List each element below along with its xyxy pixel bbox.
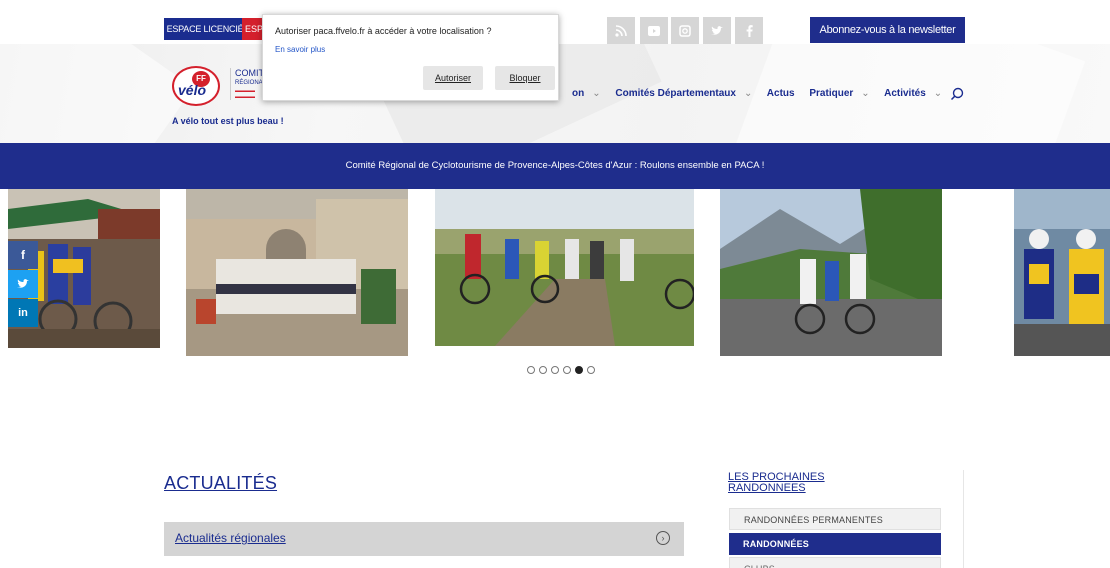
logo-velo-text: vélo [178, 82, 207, 98]
youtube-icon[interactable] [640, 17, 668, 45]
nav-label: on [572, 88, 585, 99]
site-tagline: A vélo tout est plus beau ! [172, 116, 284, 126]
ffvelo-logo-mark: FF vélo [172, 66, 220, 106]
chevron-down-icon: ⌄ [933, 88, 943, 99]
carousel-dot[interactable] [563, 366, 571, 374]
facebook-icon[interactable]: f [8, 241, 38, 269]
geolocation-question: Autoriser paca.ffvelo.fr à accéder à vot… [275, 26, 492, 36]
news-category-row[interactable]: Actualités régionales › [164, 522, 684, 556]
espace-licencie-button[interactable]: ESPACE LICENCIÉ [164, 18, 246, 40]
nav-item-federation[interactable]: on ⌄ [572, 88, 607, 99]
sidebar-divider [963, 470, 964, 568]
geolocation-permission-dialog: Autoriser paca.ffvelo.fr à accéder à vot… [262, 14, 559, 101]
carousel-dot-active[interactable] [575, 366, 583, 374]
nav-item-comites-departementaux[interactable]: Comités Départementaux ⌄ [615, 88, 758, 99]
newsletter-button[interactable]: Abonnez-vous à la newsletter [810, 17, 965, 43]
main-navigation: on ⌄ Comités Départementaux ⌄ Actus Pratiq… [572, 88, 954, 99]
nav-label: Pratiquer [809, 88, 854, 99]
sidebar-item-randonnees[interactable]: RANDONNÉES [729, 533, 941, 555]
block-location-button[interactable]: Bloquer [495, 66, 555, 90]
twitter-icon[interactable] [8, 270, 38, 298]
nav-item-pratiquer[interactable]: Pratiquer ⌄ [809, 88, 875, 99]
twitter-icon[interactable] [703, 17, 731, 45]
rss-icon[interactable] [607, 17, 635, 45]
chevron-right-circle-icon[interactable]: › [656, 531, 670, 545]
carousel-dot[interactable] [539, 366, 547, 374]
nav-label: Activités [884, 88, 926, 99]
facebook-icon[interactable] [735, 17, 763, 45]
sidebar-item-randonnees-permanentes[interactable]: RANDONNÉES PERMANENTES [729, 508, 941, 530]
carousel-dot[interactable] [551, 366, 559, 374]
nav-label: Comités Départementaux [615, 88, 736, 99]
chevron-down-icon: ⌄ [861, 88, 870, 99]
news-section-title[interactable]: ACTUALITÉS [164, 473, 277, 494]
chevron-down-icon: ⌄ [743, 88, 753, 99]
carousel-dot[interactable] [587, 366, 595, 374]
nav-item-activites[interactable]: Activités ⌄ [884, 88, 948, 99]
carousel-dot[interactable] [527, 366, 535, 374]
header-background-shape [0, 44, 194, 143]
carousel-slide[interactable] [720, 189, 942, 356]
carousel-pagination [527, 366, 599, 374]
nav-item-actus[interactable]: Actus [767, 88, 801, 99]
linkedin-icon[interactable]: in [8, 299, 38, 327]
chevron-down-icon: ⌄ [592, 88, 601, 99]
nav-label: Actus [766, 88, 795, 99]
carousel-slide[interactable] [435, 189, 694, 346]
news-category-label[interactable]: Actualités régionales [175, 531, 286, 545]
instagram-icon[interactable] [671, 17, 699, 45]
allow-location-button[interactable]: Autoriser [423, 66, 483, 90]
search-icon[interactable] [950, 87, 964, 101]
carousel-slide[interactable] [1014, 189, 1110, 356]
upcoming-rides-title[interactable]: LES PROCHAINES RANDONNEES [728, 472, 878, 494]
tagline-banner: Comité Régional de Cyclotourisme de Prov… [0, 143, 1110, 189]
sidebar-item-clubs[interactable]: CLUBS [729, 557, 941, 568]
learn-more-link[interactable]: En savoir plus [275, 45, 325, 54]
site-logo[interactable]: FF vélo COMITÉ RÉGIONAL ▬▬▬▬ ▬▬▬▬ [172, 66, 270, 108]
carousel-slide[interactable] [186, 189, 408, 356]
